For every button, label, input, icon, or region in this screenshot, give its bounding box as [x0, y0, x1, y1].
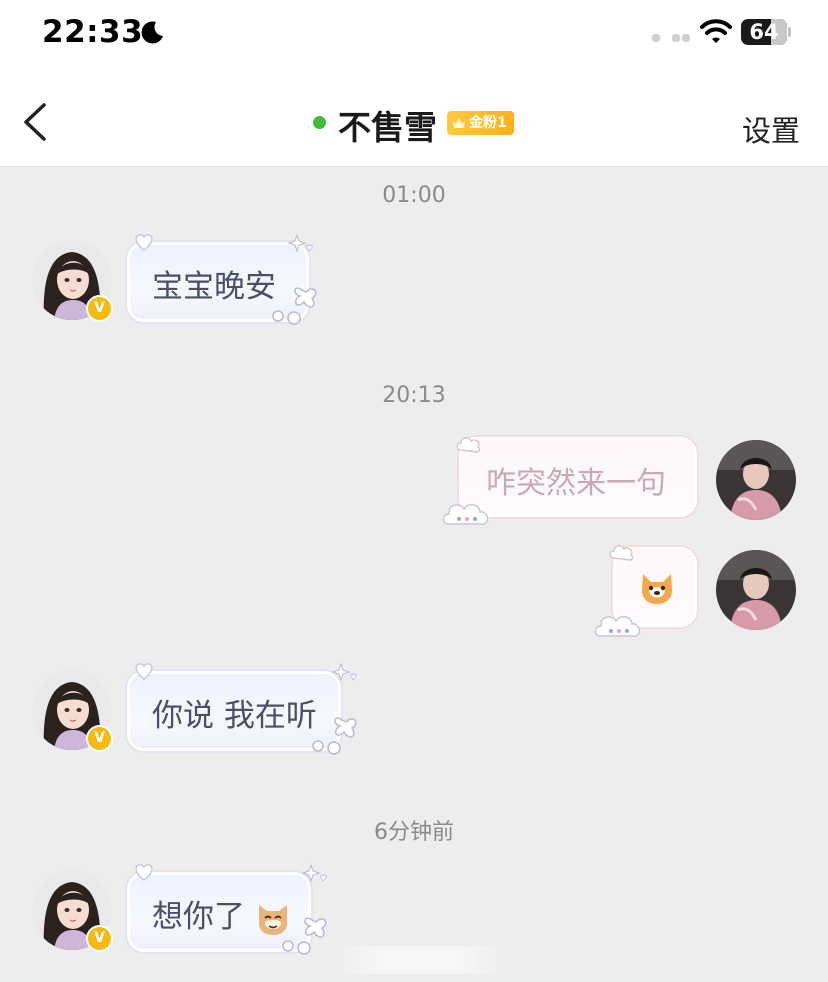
crown-icon — [453, 118, 465, 128]
chat-header: 不售雪 金粉1 设置 — [0, 66, 828, 167]
cloud-deco-icon — [456, 437, 481, 453]
ribbon-deco-icon — [272, 287, 317, 325]
ribbon-deco-icon — [312, 717, 357, 755]
wifi-icon — [700, 19, 732, 43]
avatar-photo-image — [716, 440, 796, 520]
moon-icon — [141, 21, 163, 44]
message-text: 宝宝晚安 — [152, 269, 276, 305]
my-avatar[interactable] — [716, 550, 796, 630]
ribbon-deco-icon — [282, 917, 327, 955]
bottom-overlay — [330, 946, 508, 974]
fan-badge-label: 金粉1 — [469, 115, 507, 131]
message-timestamp: 01:00 — [382, 183, 446, 208]
avatar-photo-image — [716, 550, 796, 630]
verified-v-badge: V — [86, 295, 113, 322]
verified-v-badge: V — [86, 725, 113, 752]
chevron-left-icon[interactable] — [18, 102, 52, 142]
sparkle-deco-icon — [332, 662, 357, 682]
sparkle-deco-icon — [288, 233, 313, 253]
cloud-face-deco-icon — [442, 504, 489, 525]
sparkle-deco-icon — [302, 863, 327, 883]
cloud-deco-icon — [609, 545, 634, 561]
fan-level-badge[interactable]: 金粉1 — [447, 111, 514, 135]
verified-v-badge: V — [86, 925, 113, 952]
settings-button[interactable]: 设置 — [742, 108, 800, 150]
message-bubble-received[interactable]: 你说 我在听 — [130, 674, 338, 748]
heart-deco-icon — [135, 234, 153, 251]
signal-dots-icon — [652, 34, 690, 42]
message-timestamp: 20:13 — [382, 383, 446, 408]
dog-face-emoji — [642, 574, 672, 604]
status-bar: 22:33 64 — [0, 0, 828, 66]
battery-level: 64 — [749, 20, 779, 44]
battery-icon: 64 — [741, 19, 791, 45]
online-status-dot — [313, 116, 326, 129]
message-text-label: 想你了 — [152, 899, 245, 935]
message-timestamp: 6分钟前 — [374, 820, 454, 845]
message-text: 你说 我在听 — [152, 698, 317, 734]
cloud-face-deco-icon — [594, 616, 641, 637]
heart-deco-icon — [135, 864, 153, 881]
message-text: 咋突然来一句 — [486, 466, 666, 501]
message-bubble-sent[interactable]: 咋突然来一句 — [462, 440, 694, 514]
status-time: 22:33 — [42, 14, 144, 50]
contact-name[interactable]: 不售雪 — [338, 101, 437, 149]
heart-deco-icon — [135, 663, 153, 680]
my-avatar[interactable] — [716, 440, 796, 520]
message-text: 想你了 — [152, 891, 291, 937]
